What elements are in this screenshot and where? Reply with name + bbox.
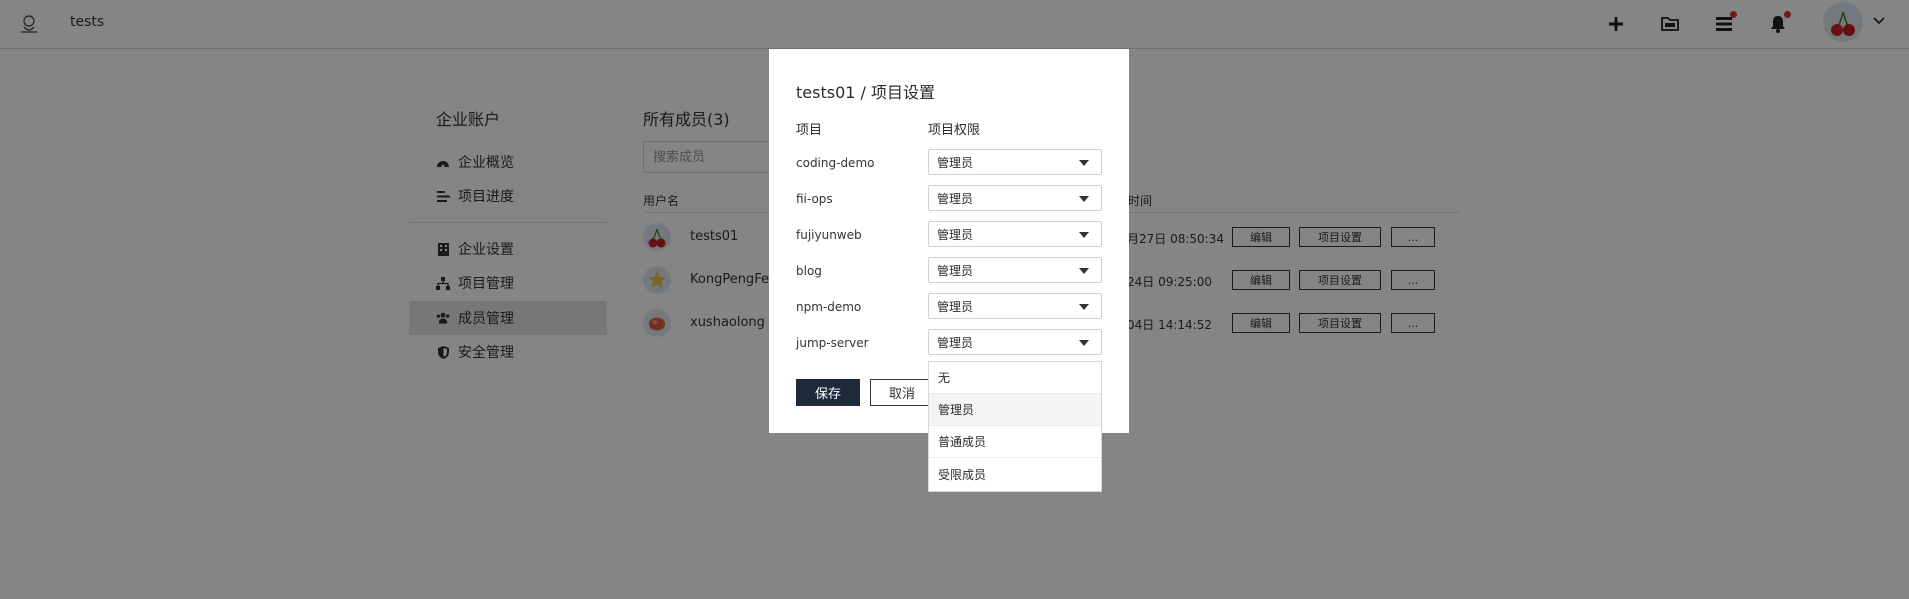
project-label: blog: [796, 264, 822, 278]
permission-dropdown-menu: 无 管理员 普通成员 受限成员: [928, 361, 1102, 492]
caret-down-icon: [1079, 304, 1089, 310]
dropdown-option-member[interactable]: 普通成员: [929, 426, 1101, 458]
permission-select-value: 管理员: [937, 155, 974, 170]
permission-select[interactable]: 管理员: [928, 293, 1102, 319]
caret-down-icon: [1079, 268, 1089, 274]
cancel-button[interactable]: 取消: [870, 379, 934, 406]
dropdown-option-none[interactable]: 无: [929, 362, 1101, 394]
dropdown-option-restricted[interactable]: 受限成员: [929, 458, 1101, 490]
permission-select[interactable]: 管理员: [928, 221, 1102, 247]
permission-select[interactable]: 管理员: [928, 149, 1102, 175]
project-label: jump-server: [796, 336, 869, 350]
column-header-permission: 项目权限: [928, 123, 981, 138]
caret-down-icon: [1079, 196, 1089, 202]
permission-select[interactable]: 管理员: [928, 329, 1102, 355]
permission-select-value: 管理员: [937, 299, 974, 314]
permission-select[interactable]: 管理员: [928, 257, 1102, 283]
permission-select-value: 管理员: [937, 191, 974, 206]
project-label: coding-demo: [796, 156, 875, 170]
caret-down-icon: [1079, 340, 1089, 346]
dropdown-option-admin[interactable]: 管理员: [929, 394, 1101, 426]
permission-select-value: 管理员: [937, 227, 974, 242]
permission-select[interactable]: 管理员: [928, 185, 1102, 211]
permission-select-value: 管理员: [937, 263, 974, 278]
permission-select-value: 管理员: [937, 335, 974, 350]
column-header-project: 项目: [796, 123, 823, 138]
project-label: fii-ops: [796, 192, 833, 206]
project-label: npm-demo: [796, 300, 862, 314]
project-label: fujiyunweb: [796, 228, 862, 242]
caret-down-icon: [1079, 232, 1089, 238]
save-button[interactable]: 保存: [796, 379, 860, 406]
caret-down-icon: [1079, 160, 1089, 166]
dialog-title: tests01 / 项目设置: [796, 83, 935, 102]
